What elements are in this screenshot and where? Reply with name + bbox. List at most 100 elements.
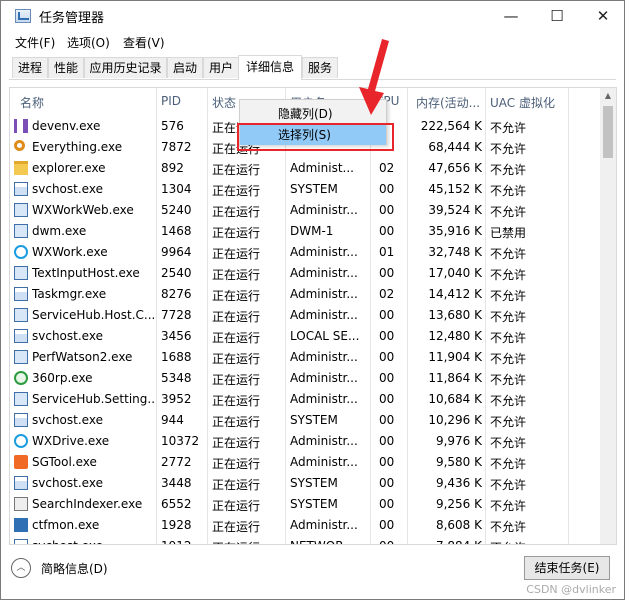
status-cell: 正在运行 — [212, 373, 261, 387]
menu-file[interactable]: 文件(F) — [15, 34, 55, 51]
dwm-icon — [14, 224, 28, 238]
username-cell: SYSTEM — [290, 182, 338, 196]
task-manager-app-icon — [15, 9, 31, 23]
collapse-chevron-icon[interactable]: ︿ — [11, 558, 31, 578]
status-cell: 正在运行 — [212, 289, 261, 303]
end-task-button[interactable]: 结束任务(E) — [524, 556, 610, 580]
pid-cell: 3448 — [161, 476, 192, 490]
cpu-cell: 00 — [379, 203, 395, 217]
ctfmon-icon — [14, 518, 28, 532]
username-cell: DWM-1 — [290, 224, 334, 238]
table-row[interactable]: PerfWatson2.exe 1688 正在运行 Administr... 00 11,… — [10, 347, 602, 368]
table-row[interactable]: WXWork.exe 9964 正在运行 Administr... 01 32,748 K… — [10, 242, 602, 263]
memory-cell: 68,444 K — [428, 140, 482, 154]
process-name-cell: ctfmon.exe — [32, 518, 100, 532]
table-row[interactable]: WXDrive.exe 10372 正在运行 Administr... 00 9,976 … — [10, 431, 602, 452]
close-button[interactable]: ✕ — [580, 1, 625, 31]
tab-users[interactable]: 用户 — [203, 57, 239, 78]
table-row[interactable]: SGTool.exe 2772 正在运行 Administr... 00 9,580 K 不… — [10, 452, 602, 473]
status-cell: 正在运行 — [212, 457, 261, 471]
status-cell: 正在运行 — [212, 205, 261, 219]
tab-app-history[interactable]: 应用历史记录 — [84, 57, 167, 78]
pid-cell: 5348 — [161, 371, 192, 385]
table-row[interactable]: dwm.exe 1468 正在运行 DWM-1 00 35,916 K 已禁用 — [10, 221, 602, 242]
tab-bar: 进程 性能 应用历史记录 启动 用户 详细信息 服务 — [9, 55, 616, 80]
pid-cell: 1912 — [161, 539, 205, 544]
status-cell: 正在运行 — [212, 436, 261, 450]
column-name[interactable]: 名称 — [20, 94, 44, 111]
table-row[interactable]: svchost.exe 3448 正在运行 SYSTEM 00 9,436 K 不允许 — [10, 473, 602, 494]
details-list: 名称 PID 状态 用户名 CPU 内存(活动... UAC 虚拟化 deven… — [9, 87, 617, 545]
table-row[interactable]: WXWorkWeb.exe 5240 正在运行 Administr... 00 39,52… — [10, 200, 602, 221]
pid-cell: 7872 — [161, 140, 192, 154]
scroll-up-icon[interactable]: ▲ — [600, 88, 616, 104]
table-row[interactable]: ServiceHub.Host.C... 7728 正在运行 Administr...… — [10, 305, 602, 326]
uac-cell: 不允许 — [490, 331, 527, 345]
table-row[interactable]: ctfmon.exe 1928 正在运行 Administr... 00 8,608 K 不… — [10, 515, 602, 536]
perfwatson-icon — [14, 350, 28, 364]
username-cell: Administr... — [290, 287, 358, 301]
pid-cell: 10372 — [161, 434, 200, 448]
service-host-icon — [14, 539, 28, 544]
pid-cell: 1304 — [161, 182, 192, 196]
column-uac[interactable]: UAC 虚拟化 — [490, 94, 555, 111]
table-row[interactable]: Taskmgr.exe 8276 正在运行 Administr... 02 14,412 … — [10, 284, 602, 305]
column-memory[interactable]: 内存(活动... — [416, 94, 480, 111]
status-cell: 正在运行 — [212, 415, 261, 429]
memory-cell: 9,256 K — [435, 497, 482, 511]
table-row[interactable]: svchost.exe 1912 正在运行 NETWOR... 00 7,884 K 不允许 — [10, 536, 602, 544]
less-details-link[interactable]: 简略信息(D) — [41, 560, 108, 577]
vertical-scrollbar[interactable]: ▲ — [600, 88, 616, 544]
pid-cell: 3456 — [161, 329, 192, 343]
username-cell: Administr... — [290, 308, 358, 322]
cpu-cell: 00 — [379, 434, 395, 448]
tab-performance[interactable]: 性能 — [48, 57, 84, 78]
title-bar[interactable]: 任务管理器 — ☐ ✕ — [1, 1, 624, 31]
uac-cell: 不允许 — [490, 142, 527, 156]
annotation-arrow — [359, 39, 389, 115]
everything-icon — [14, 140, 25, 151]
username-cell: Administr... — [290, 266, 358, 280]
scroll-thumb[interactable] — [603, 106, 613, 158]
status-cell: 正在运行 — [212, 184, 261, 198]
menu-view[interactable]: 查看(V) — [123, 34, 165, 51]
table-row[interactable]: svchost.exe 1304 正在运行 SYSTEM 00 45,152 K 不允许 — [10, 179, 602, 200]
username-cell: Administr... — [290, 518, 358, 532]
uac-cell: 不允许 — [490, 289, 527, 303]
table-row[interactable]: svchost.exe 944 正在运行 SYSTEM 00 10,296 K 不允许 — [10, 410, 602, 431]
username-cell: SYSTEM — [290, 476, 338, 490]
process-name-cell: ServiceHub.Setting... — [32, 392, 154, 406]
status-cell: 正在运行 — [212, 226, 261, 240]
table-row[interactable]: explorer.exe 892 正在运行 Administ... 02 47,656 K… — [10, 158, 602, 179]
tab-startup[interactable]: 启动 — [167, 57, 203, 78]
cpu-cell: 00 — [379, 455, 395, 469]
memory-cell: 9,580 K — [435, 455, 482, 469]
menu-options[interactable]: 选项(O) — [67, 34, 110, 51]
cpu-cell: 00 — [379, 518, 395, 532]
tab-details[interactable]: 详细信息 — [238, 55, 302, 80]
table-row[interactable]: ServiceHub.Setting... 3952 正在运行 Administr..… — [10, 389, 602, 410]
memory-cell: 17,040 K — [428, 266, 482, 280]
maximize-button[interactable]: ☐ — [534, 1, 580, 31]
tab-services[interactable]: 服务 — [302, 57, 338, 78]
text-input-host-icon — [14, 266, 28, 280]
table-row[interactable]: 360rp.exe 5348 正在运行 Administr... 00 11,864 K 不… — [10, 368, 602, 389]
table-row[interactable]: SearchIndexer.exe 6552 正在运行 SYSTEM 00 9,256 K… — [10, 494, 602, 515]
cpu-cell: 01 — [379, 245, 395, 259]
pid-cell: 944 — [161, 413, 184, 427]
servicehub-icon — [14, 308, 28, 322]
minimize-button[interactable]: — — [488, 1, 534, 31]
table-row[interactable]: TextInputHost.exe 2540 正在运行 Administr... 00 1… — [10, 263, 602, 284]
uac-cell: 不允许 — [490, 415, 527, 429]
memory-cell: 222,564 K — [420, 119, 482, 133]
uac-cell: 不允许 — [490, 310, 527, 324]
uac-cell: 不允许 — [490, 520, 527, 534]
column-status[interactable]: 状态 — [212, 94, 236, 111]
sgtool-icon — [14, 455, 28, 469]
pid-cell: 6552 — [161, 497, 192, 511]
search-indexer-icon — [14, 497, 28, 511]
column-pid[interactable]: PID — [161, 94, 181, 108]
window-title: 任务管理器 — [39, 11, 105, 26]
table-row[interactable]: svchost.exe 3456 正在运行 LOCAL SE... 00 12,480 K… — [10, 326, 602, 347]
tab-processes[interactable]: 进程 — [12, 57, 48, 78]
